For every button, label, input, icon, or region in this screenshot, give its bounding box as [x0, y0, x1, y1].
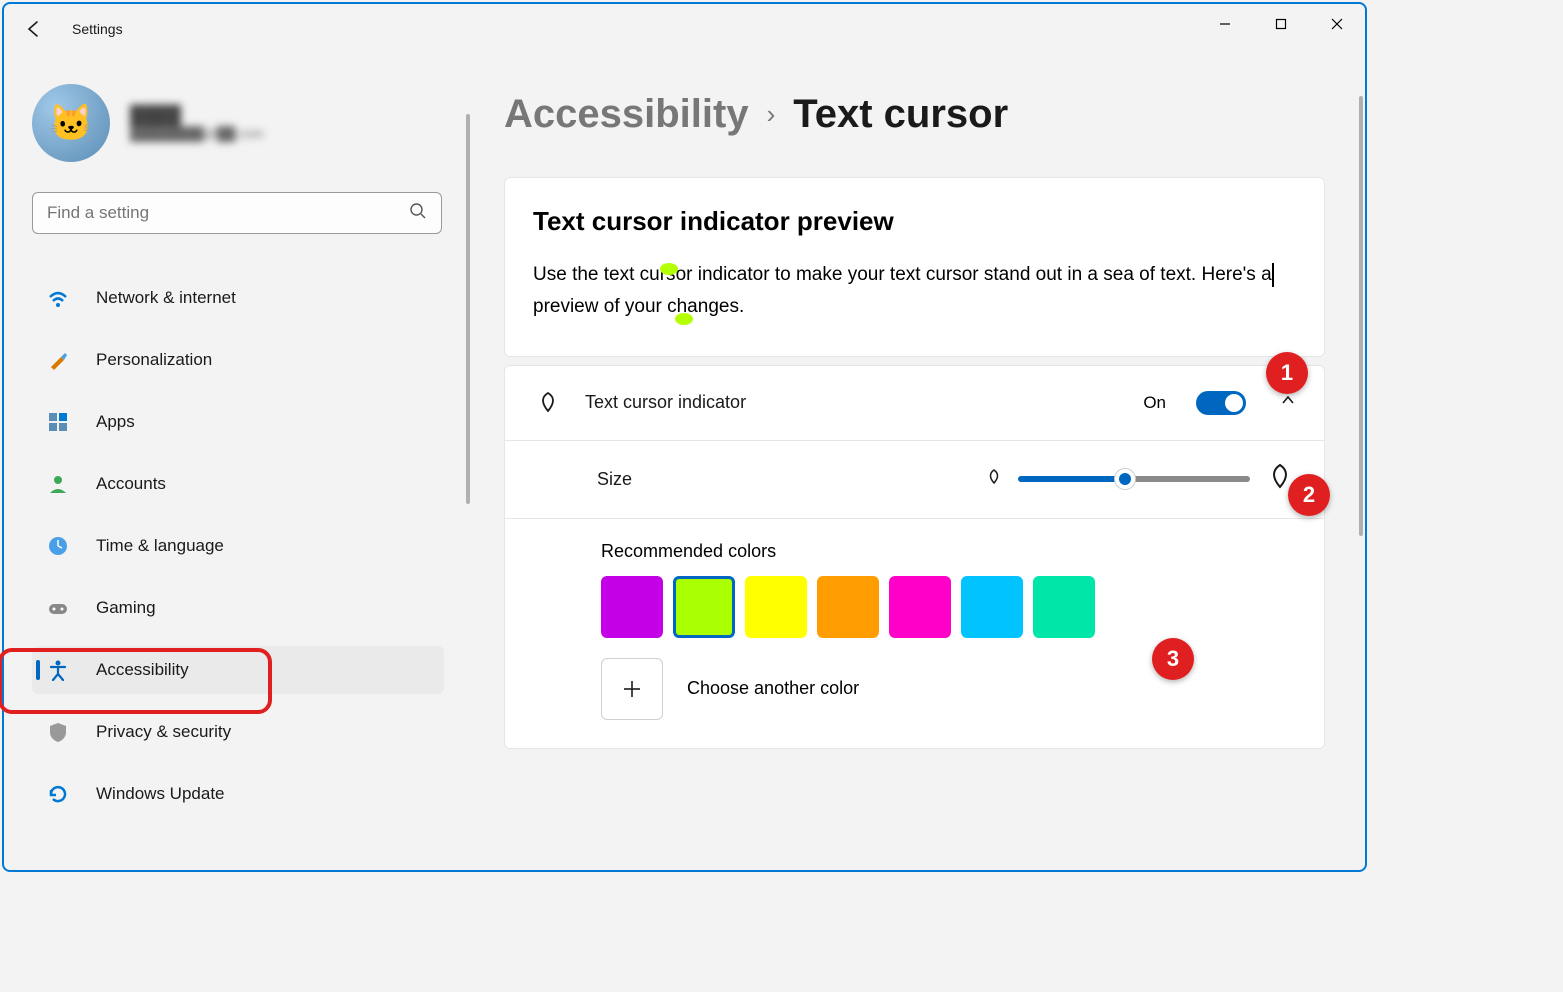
sidebar-item-label: Network & internet	[96, 288, 236, 308]
preview-card: Text cursor indicator preview Use the te…	[504, 177, 1325, 357]
breadcrumb: Accessibility › Text cursor	[504, 92, 1325, 137]
sidebar-item-label: Personalization	[96, 350, 212, 370]
clock-icon	[46, 534, 70, 558]
window-title: Settings	[72, 21, 123, 37]
size-row: Size	[505, 441, 1324, 519]
sidebar-item-update[interactable]: Windows Update	[32, 770, 444, 818]
sidebar: 🐱 ████ ████████@██.com Network & interne…	[4, 54, 464, 870]
window-controls	[1197, 4, 1365, 44]
size-label: Size	[597, 469, 632, 490]
sidebar-item-apps[interactable]: Apps	[32, 398, 444, 446]
color-swatch-2[interactable]	[745, 576, 807, 638]
sidebar-scrollbar[interactable]	[466, 114, 470, 504]
page-title: Text cursor	[793, 92, 1008, 137]
colors-title: Recommended colors	[601, 541, 1296, 562]
user-email: ████████@██.com	[130, 126, 263, 141]
sidebar-item-label: Accounts	[96, 474, 166, 494]
sidebar-item-personalization[interactable]: Personalization	[32, 336, 444, 384]
search-icon	[409, 202, 427, 225]
main-content: Accessibility › Text cursor Text cursor …	[464, 54, 1365, 870]
sidebar-item-accounts[interactable]: Accounts	[32, 460, 444, 508]
maximize-button[interactable]	[1253, 4, 1309, 44]
user-block[interactable]: 🐱 ████ ████████@██.com	[32, 84, 444, 162]
sidebar-item-label: Gaming	[96, 598, 156, 618]
search-box[interactable]	[32, 192, 442, 234]
sidebar-item-label: Accessibility	[96, 660, 189, 680]
page-scrollbar[interactable]	[1359, 96, 1363, 536]
size-max-icon	[1264, 461, 1296, 498]
colors-section: Recommended colors Choo	[505, 519, 1324, 748]
color-swatch-6[interactable]	[1033, 576, 1095, 638]
indicator-label: Text cursor indicator	[585, 392, 746, 413]
sidebar-item-label: Privacy & security	[96, 722, 231, 742]
color-row	[601, 576, 1296, 638]
sidebar-item-gaming[interactable]: Gaming	[32, 584, 444, 632]
indicator-card: Text cursor indicator On Size	[504, 365, 1325, 749]
color-swatch-1[interactable]	[673, 576, 735, 638]
slider-thumb[interactable]	[1114, 468, 1136, 490]
sidebar-item-network[interactable]: Network & internet	[32, 274, 444, 322]
update-icon	[46, 782, 70, 806]
apps-icon	[46, 410, 70, 434]
close-button[interactable]	[1309, 4, 1365, 44]
gamepad-icon	[46, 596, 70, 620]
preview-heading: Text cursor indicator preview	[533, 206, 1296, 237]
color-swatch-5[interactable]	[961, 576, 1023, 638]
minimize-button[interactable]	[1197, 4, 1253, 44]
size-min-icon	[984, 467, 1004, 492]
sidebar-item-label: Apps	[96, 412, 135, 432]
choose-color-label: Choose another color	[687, 678, 859, 699]
color-swatch-3[interactable]	[817, 576, 879, 638]
indicator-row: Text cursor indicator On	[505, 366, 1324, 441]
toggle-state-label: On	[1143, 393, 1166, 413]
text-cursor-icon	[1272, 263, 1274, 287]
brush-icon	[46, 348, 70, 372]
choose-color-row: Choose another color	[601, 658, 1296, 720]
user-name: ████	[130, 105, 263, 126]
user-text: ████ ████████@██.com	[130, 105, 263, 141]
sidebar-item-accessibility[interactable]: Accessibility	[32, 646, 444, 694]
sidebar-item-label: Windows Update	[96, 784, 225, 804]
sidebar-item-time[interactable]: Time & language	[32, 522, 444, 570]
back-button[interactable]	[16, 11, 52, 47]
sidebar-item-label: Time & language	[96, 536, 224, 556]
color-swatch-4[interactable]	[889, 576, 951, 638]
shield-icon	[46, 720, 70, 744]
avatar: 🐱	[32, 84, 110, 162]
sidebar-item-privacy[interactable]: Privacy & security	[32, 708, 444, 756]
person-icon	[46, 472, 70, 496]
cursor-indicator-icon	[533, 388, 563, 418]
indicator-toggle[interactable]	[1196, 391, 1246, 415]
choose-color-button[interactable]	[601, 658, 663, 720]
titlebar: Settings	[4, 4, 1365, 54]
size-slider[interactable]	[1018, 476, 1250, 482]
chevron-right-icon: ›	[767, 99, 776, 130]
settings-window: Settings 🐱 ████ ████████@██.com Ne	[2, 2, 1367, 872]
breadcrumb-parent[interactable]: Accessibility	[504, 92, 749, 137]
cursor-indicator-top	[660, 263, 678, 275]
chevron-up-icon[interactable]	[1280, 392, 1296, 413]
color-swatch-0[interactable]	[601, 576, 663, 638]
cursor-indicator-bottom	[675, 313, 693, 325]
preview-text: Use the text cursor indicator to make yo…	[533, 259, 1296, 324]
accessibility-icon	[46, 658, 70, 682]
search-input[interactable]	[47, 203, 409, 223]
wifi-icon	[46, 286, 70, 310]
